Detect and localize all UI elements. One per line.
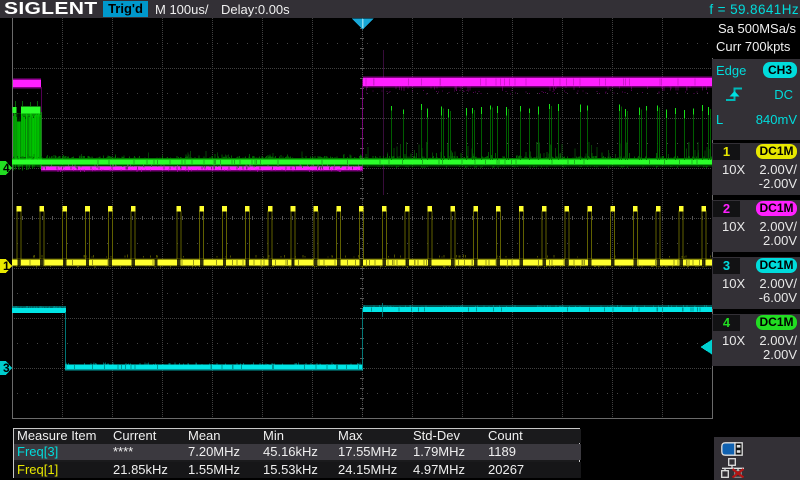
svg-text:3: 3 <box>3 361 10 375</box>
svg-text:4: 4 <box>3 161 10 175</box>
svg-text:1: 1 <box>3 259 10 273</box>
